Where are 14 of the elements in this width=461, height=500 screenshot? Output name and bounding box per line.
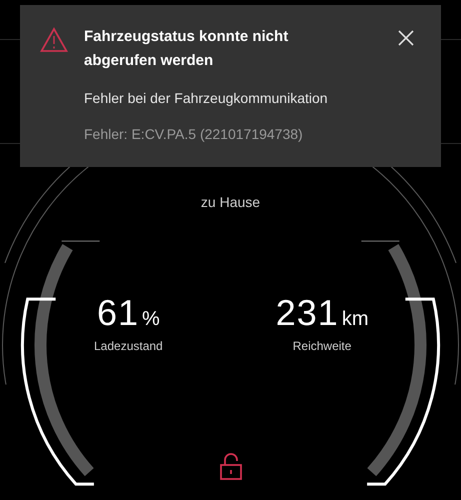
gauge-label: Reichweite xyxy=(292,338,352,355)
unit-label: % xyxy=(142,307,160,332)
error-code: Fehler: E:CV.PA.5 (221017194738) xyxy=(84,125,304,144)
gauge-value: 231 xyxy=(276,291,339,335)
notification-title: Fahrzeugstatus konnte nicht abgerufen werden xyxy=(84,27,290,71)
gauge-label: Ladezustand xyxy=(94,338,163,355)
unit-label: km xyxy=(342,307,368,332)
notification-message: Fehler bei der Fahrzeugkommunikation xyxy=(84,89,329,108)
close-icon xyxy=(398,30,414,46)
gauge-tick xyxy=(61,240,100,242)
gauge-value: 61 xyxy=(96,291,139,335)
warning-icon xyxy=(40,27,68,53)
gauge-tick xyxy=(360,240,400,242)
location-label: zu Hause xyxy=(200,193,260,212)
